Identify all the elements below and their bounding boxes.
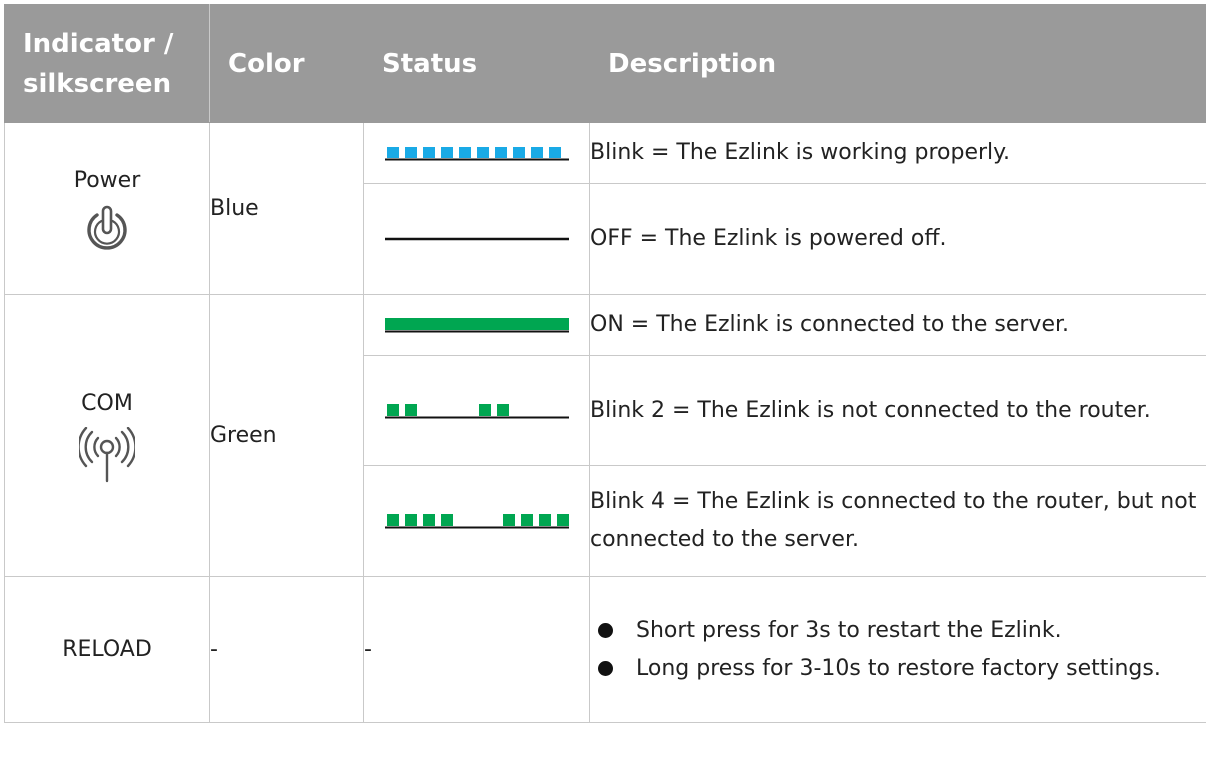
table-row: Power Blue Blink = The Ezlink is working… xyxy=(4,122,1206,295)
power-indicator-label: Power xyxy=(73,167,141,193)
reload-indicator-cell: RELOAD xyxy=(4,576,210,723)
header-status: Status xyxy=(363,4,590,123)
bullet-dot xyxy=(598,622,613,638)
power-color-cell: Blue xyxy=(209,122,364,295)
power-off-description: OFF = The Ezlink is powered off. xyxy=(589,183,1206,295)
power-blink-description: Blink = The Ezlink is working properly. xyxy=(589,122,1206,184)
status-power-blink xyxy=(363,122,590,184)
reload-bullet-text: Long press for 3-10s to restore factory … xyxy=(636,655,1161,681)
status-pattern-blink-2 xyxy=(384,403,569,418)
status-pattern-off xyxy=(384,237,569,241)
com-on-description: ON = The Ezlink is connected to the serv… xyxy=(589,294,1206,356)
status-power-off xyxy=(363,183,590,295)
table-header-row: Indicator / silkscreen Color Status Desc… xyxy=(4,4,1206,123)
status-com-blink4 xyxy=(363,465,590,577)
reload-bullet-list: Short press for 3s to restart the Ezlink… xyxy=(590,612,1206,688)
status-pattern-blink xyxy=(384,147,569,161)
com-blink4-description: Blink 4 = The Ezlink is connected to the… xyxy=(589,465,1206,577)
power-indicator-cell: Power xyxy=(4,122,210,295)
reload-bullet-text: Short press for 3s to restart the Ezlink… xyxy=(636,617,1062,643)
header-indicator: Indicator / silkscreen xyxy=(4,4,210,123)
power-icon xyxy=(87,205,127,250)
status-com-blink2 xyxy=(363,355,590,466)
com-indicator-label: COM xyxy=(81,390,133,416)
com-indicator-cell: COM xyxy=(4,294,210,577)
table-row: COM Green ON = The Ezlink is connected t… xyxy=(4,294,1206,577)
status-pattern-on xyxy=(384,318,569,333)
header-color: Color xyxy=(209,4,364,123)
com-color-cell: Green xyxy=(209,294,364,577)
antenna-signal-icon xyxy=(79,426,135,482)
header-description: Description xyxy=(589,4,1206,123)
status-pattern-blink-4 xyxy=(384,514,569,529)
status-com-on xyxy=(363,294,590,356)
reload-status-cell: - xyxy=(363,576,590,723)
bullet-dot xyxy=(598,660,613,676)
list-item: Long press for 3-10s to restore factory … xyxy=(590,650,1206,688)
com-blink2-description: Blink 2 = The Ezlink is not connected to… xyxy=(589,355,1206,466)
list-item: Short press for 3s to restart the Ezlink… xyxy=(590,612,1206,650)
reload-description-cell: Short press for 3s to restart the Ezlink… xyxy=(589,576,1206,723)
table-row: RELOAD - - Short press for 3s to restart… xyxy=(4,576,1206,723)
reload-color-cell: - xyxy=(209,576,364,723)
indicator-table: Indicator / silkscreen Color Status Desc… xyxy=(4,4,1206,723)
